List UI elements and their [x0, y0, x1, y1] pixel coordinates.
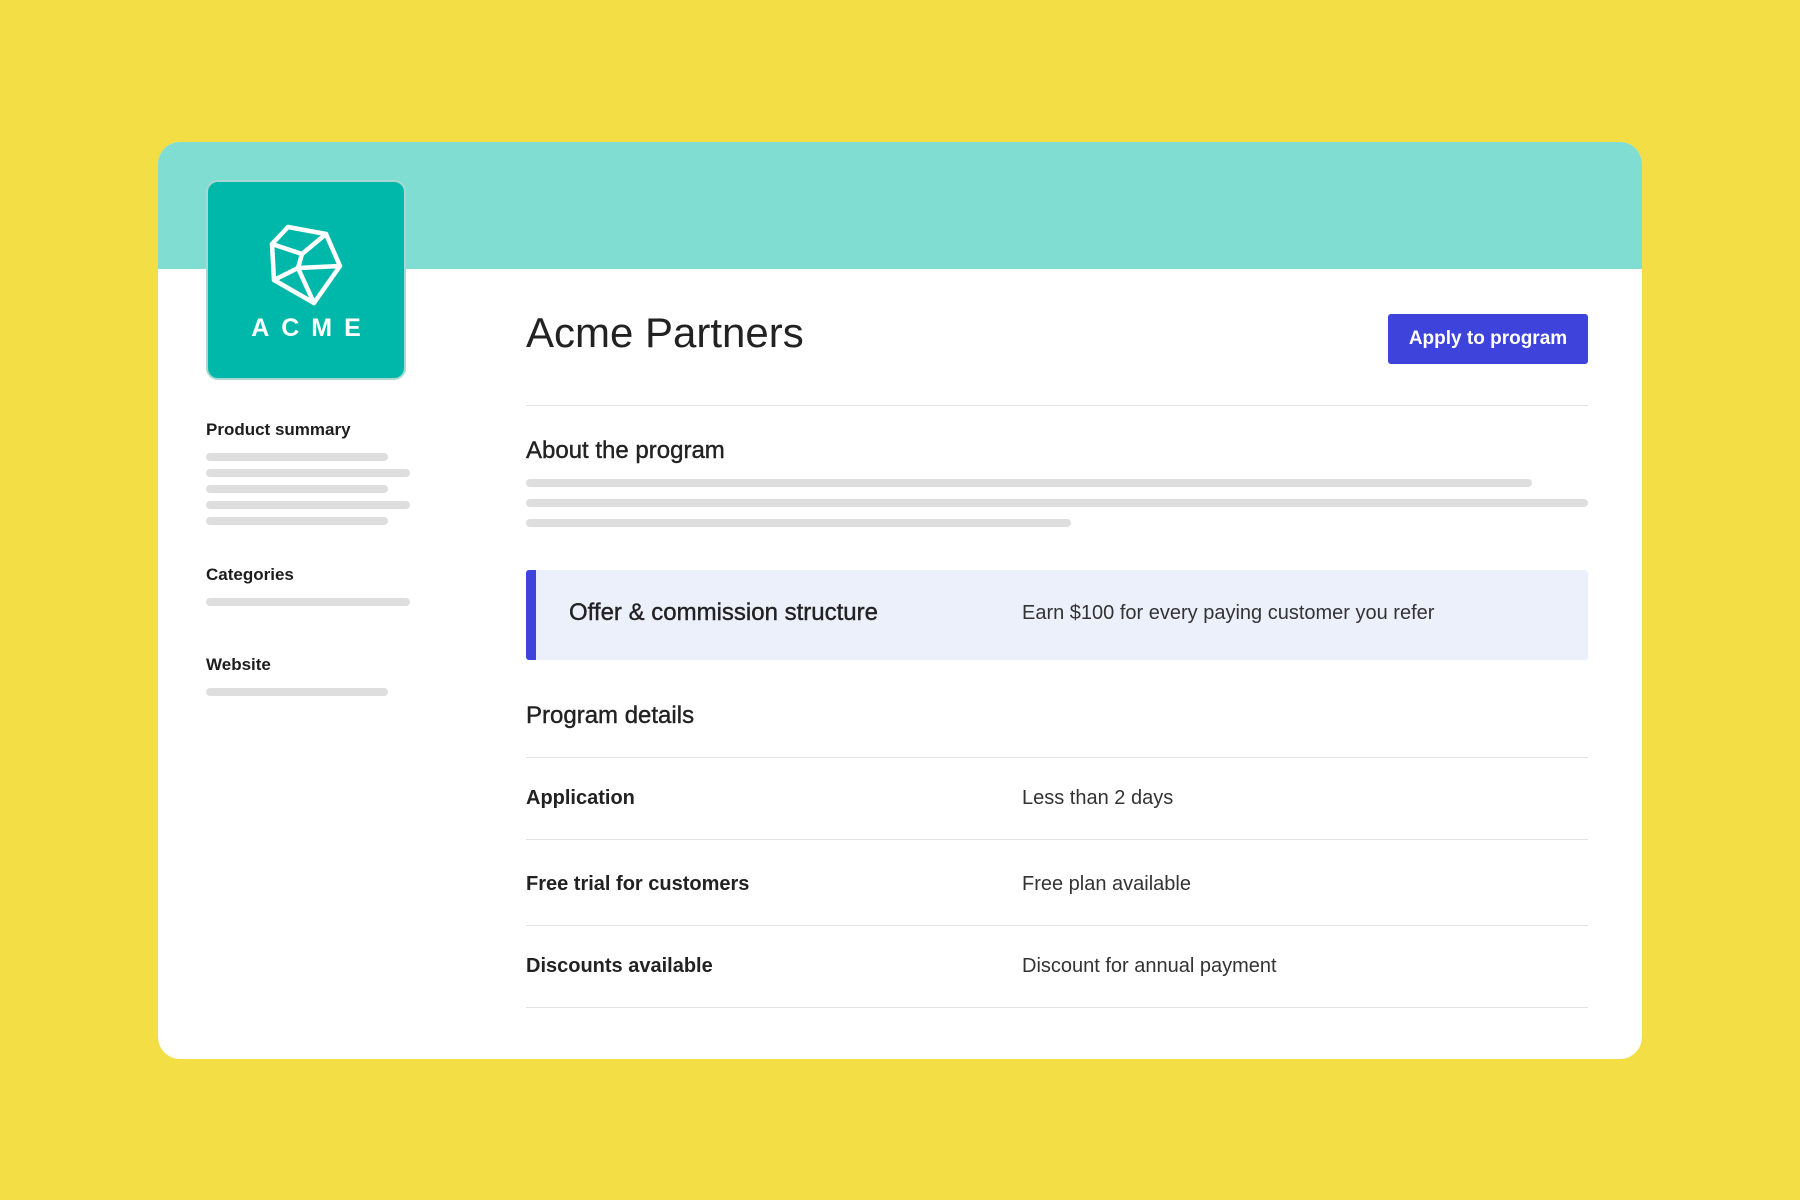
placeholder-line	[206, 688, 388, 696]
categories-section: Categories	[206, 565, 416, 606]
program-card: ACME Product summary Categories Website …	[158, 142, 1642, 1059]
divider	[526, 405, 1588, 406]
divider	[526, 1007, 1588, 1008]
detail-label-discounts: Discounts available	[526, 955, 713, 977]
placeholder-line	[526, 499, 1588, 507]
placeholder-line	[206, 598, 410, 606]
detail-value-free-trial: Free plan available	[1022, 873, 1191, 895]
about-heading: About the program	[526, 437, 725, 464]
detail-label-free-trial: Free trial for customers	[526, 873, 750, 895]
product-summary-section: Product summary	[206, 420, 416, 525]
website-heading: Website	[206, 655, 271, 674]
placeholder-line	[206, 453, 388, 461]
wireframe-cube-icon	[269, 224, 343, 306]
placeholder-line	[206, 501, 410, 509]
logo-wordmark: ACME	[251, 314, 373, 342]
main-content: Acme Partners Apply to program About the…	[526, 142, 1588, 1059]
offer-description: Earn $100 for every paying customer you …	[1022, 602, 1435, 624]
page-title: Acme Partners	[526, 309, 804, 356]
detail-value-discounts: Discount for annual payment	[1022, 955, 1277, 977]
divider	[526, 839, 1588, 840]
product-summary-heading: Product summary	[206, 420, 351, 439]
website-section: Website	[206, 655, 416, 696]
offer-callout: Offer & commission structure Earn $100 f…	[526, 570, 1588, 660]
detail-value-application: Less than 2 days	[1022, 787, 1174, 809]
company-logo: ACME	[206, 180, 406, 380]
placeholder-line	[206, 517, 388, 525]
apply-to-program-button[interactable]: Apply to program	[1388, 314, 1588, 364]
placeholder-line	[206, 485, 388, 493]
placeholder-line	[526, 519, 1071, 527]
categories-heading: Categories	[206, 565, 294, 584]
placeholder-line	[526, 479, 1532, 487]
placeholder-line	[206, 469, 410, 477]
program-details-heading: Program details	[526, 702, 695, 729]
detail-label-application: Application	[526, 787, 635, 809]
offer-title: Offer & commission structure	[569, 599, 878, 626]
divider	[526, 757, 1588, 758]
divider	[526, 925, 1588, 926]
